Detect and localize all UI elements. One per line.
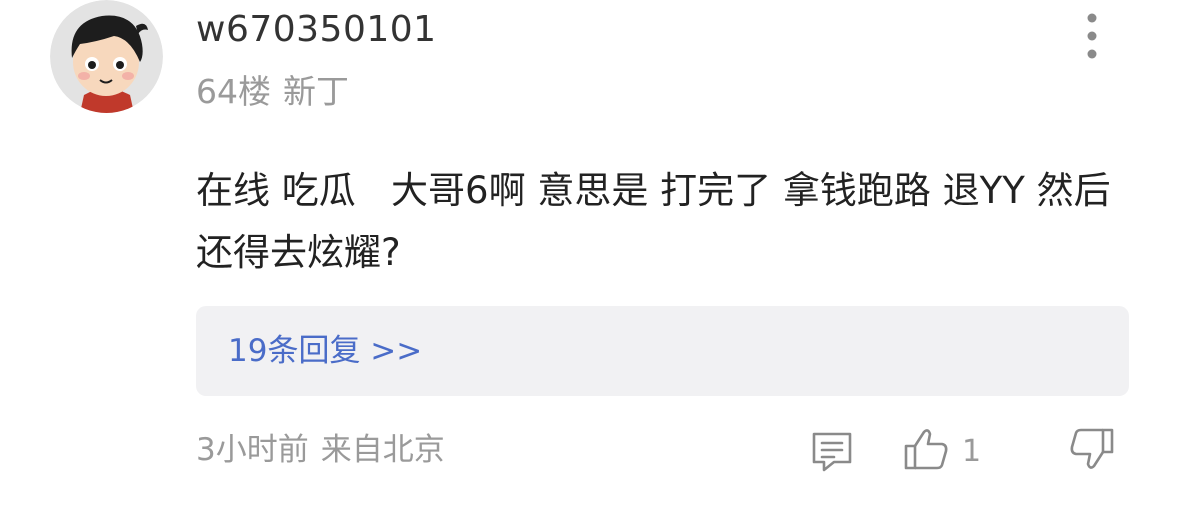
comment-icon	[812, 432, 852, 472]
more-options-button[interactable]	[1072, 10, 1112, 62]
comment-meta: 64楼 新丁	[196, 72, 349, 112]
floor-number: 64楼	[196, 72, 271, 111]
post-time: 3小时前	[196, 432, 309, 468]
more-vertical-icon	[1087, 13, 1097, 59]
post-location: 来自北京	[320, 432, 445, 468]
user-level: 新丁	[283, 72, 349, 111]
like-count: 1	[962, 434, 982, 469]
dislike-button[interactable]	[1066, 424, 1116, 474]
replies-box[interactable]: 19条回复 >>	[196, 306, 1129, 396]
avatar-image	[50, 0, 163, 113]
username[interactable]: w670350101	[196, 10, 437, 50]
avatar[interactable]	[50, 0, 163, 113]
comment-footer-info: 3小时前 来自北京	[196, 430, 445, 470]
like-button[interactable]: 1	[902, 424, 992, 474]
thumbs-up-icon	[904, 429, 948, 470]
view-replies-link[interactable]: 19条回复 >>	[228, 331, 422, 371]
reply-button[interactable]	[808, 428, 856, 476]
comment-text: 在线 吃瓜 大哥6啊 意思是 打完了 拿钱跑路 退YY 然后还得去炫耀?	[196, 169, 1111, 274]
thumbs-down-icon	[1070, 428, 1114, 469]
